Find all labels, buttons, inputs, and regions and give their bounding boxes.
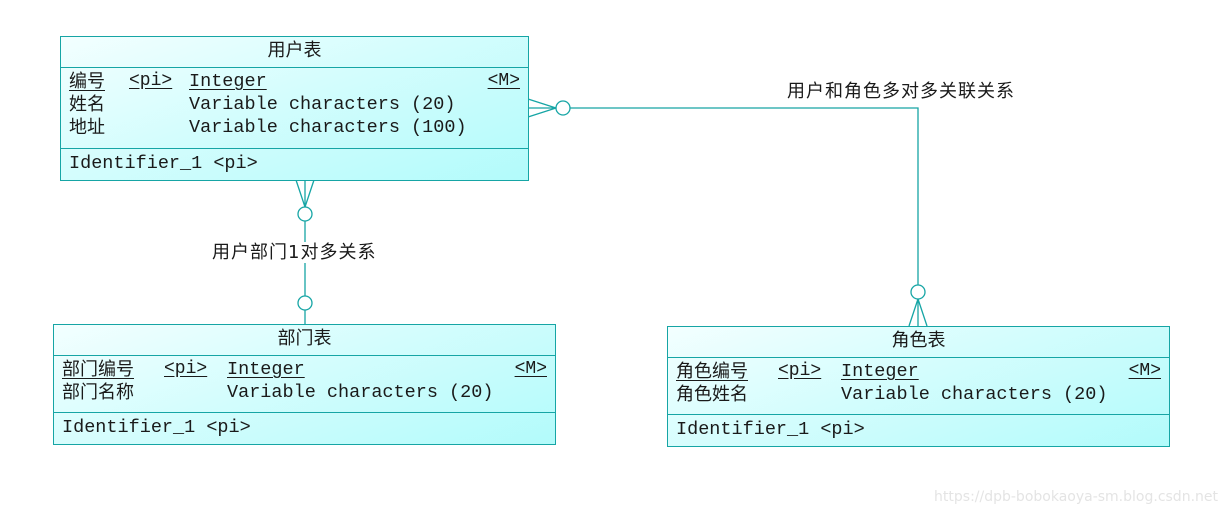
attribute-list: 编号 <pi> Integer <M> 姓名 Variable characte…: [61, 68, 528, 149]
relationship-label-text: 用户部门1对多关系: [210, 242, 379, 263]
relationship-label-text: 用户和角色多对多关联关系: [787, 81, 1015, 102]
entity-title: 角色表: [668, 327, 1169, 358]
mandatory-tag: <M>: [487, 71, 520, 91]
crowfoot-bottom: [527, 107, 557, 118]
attribute-type: Integer: [227, 359, 305, 380]
attribute-row[interactable]: 角色姓名 Variable characters (20): [676, 383, 1161, 406]
relationship-user-role[interactable]: [527, 98, 928, 327]
crowfoot-top: [527, 98, 557, 109]
attribute-row[interactable]: 部门编号 <pi> Integer <M>: [62, 358, 547, 381]
entity-title: 部门表: [54, 325, 555, 356]
optional-circle-role-end: [910, 284, 926, 300]
optional-circle-department-end: [297, 295, 313, 311]
attribute-list: 角色编号 <pi> Integer <M> 角色姓名 Variable char…: [668, 358, 1169, 415]
attribute-name: 编号: [69, 71, 105, 92]
attribute-row[interactable]: 角色编号 <pi> Integer <M>: [676, 360, 1161, 383]
attribute-list: 部门编号 <pi> Integer <M> 部门名称 Variable char…: [54, 356, 555, 413]
crowfoot-right: [304, 179, 315, 208]
primary-identifier-tag: <pi>: [778, 361, 822, 381]
attribute-row[interactable]: 地址 Variable characters (100): [69, 116, 520, 139]
attribute-row[interactable]: 编号 <pi> Integer <M>: [69, 70, 520, 93]
identifier-row[interactable]: Identifier_1 <pi>: [668, 415, 1169, 445]
relationship-label-user-role[interactable]: 用户和角色多对多关联关系: [787, 77, 1015, 103]
attribute-type: Variable characters (100): [189, 117, 467, 138]
attribute-type: Integer: [189, 71, 267, 92]
relationship-label-user-department[interactable]: 用户部门1对多关系: [210, 238, 379, 264]
attribute-type: Integer: [841, 361, 919, 382]
attribute-name: 姓名: [69, 94, 105, 115]
attribute-name: 角色姓名: [676, 384, 748, 405]
attribute-row[interactable]: 姓名 Variable characters (20): [69, 93, 520, 116]
attribute-row[interactable]: 部门名称 Variable characters (20): [62, 381, 547, 404]
attribute-name: 部门编号: [62, 359, 134, 380]
attribute-type: Variable characters (20): [841, 384, 1108, 405]
optional-circle-user-end: [555, 100, 571, 116]
attribute-type: Variable characters (20): [189, 94, 456, 115]
entity-title: 用户表: [61, 37, 528, 68]
crowfoot-left: [908, 298, 919, 327]
attribute-name: 部门名称: [62, 382, 134, 403]
optional-circle-user-end: [297, 206, 313, 222]
attribute-name: 角色编号: [676, 361, 748, 382]
entity-role[interactable]: 角色表 角色编号 <pi> Integer <M> 角色姓名 Variable …: [667, 326, 1170, 447]
watermark: https://dpb-bobokaoya-sm.blog.csdn.net: [934, 489, 1218, 505]
attribute-type: Variable characters (20): [227, 382, 494, 403]
primary-identifier-tag: <pi>: [164, 359, 208, 379]
identifier-row[interactable]: Identifier_1 <pi>: [61, 149, 528, 179]
crowfoot-left: [295, 179, 306, 208]
entity-department[interactable]: 部门表 部门编号 <pi> Integer <M> 部门名称 Variable …: [53, 324, 556, 445]
entity-user[interactable]: 用户表 编号 <pi> Integer <M> 姓名 Variable char…: [60, 36, 529, 181]
primary-identifier-tag: <pi>: [129, 71, 173, 91]
crowfoot-right: [917, 298, 928, 327]
attribute-name: 地址: [69, 117, 105, 138]
identifier-row[interactable]: Identifier_1 <pi>: [54, 413, 555, 443]
mandatory-tag: <M>: [514, 359, 547, 379]
mandatory-tag: <M>: [1128, 361, 1161, 381]
